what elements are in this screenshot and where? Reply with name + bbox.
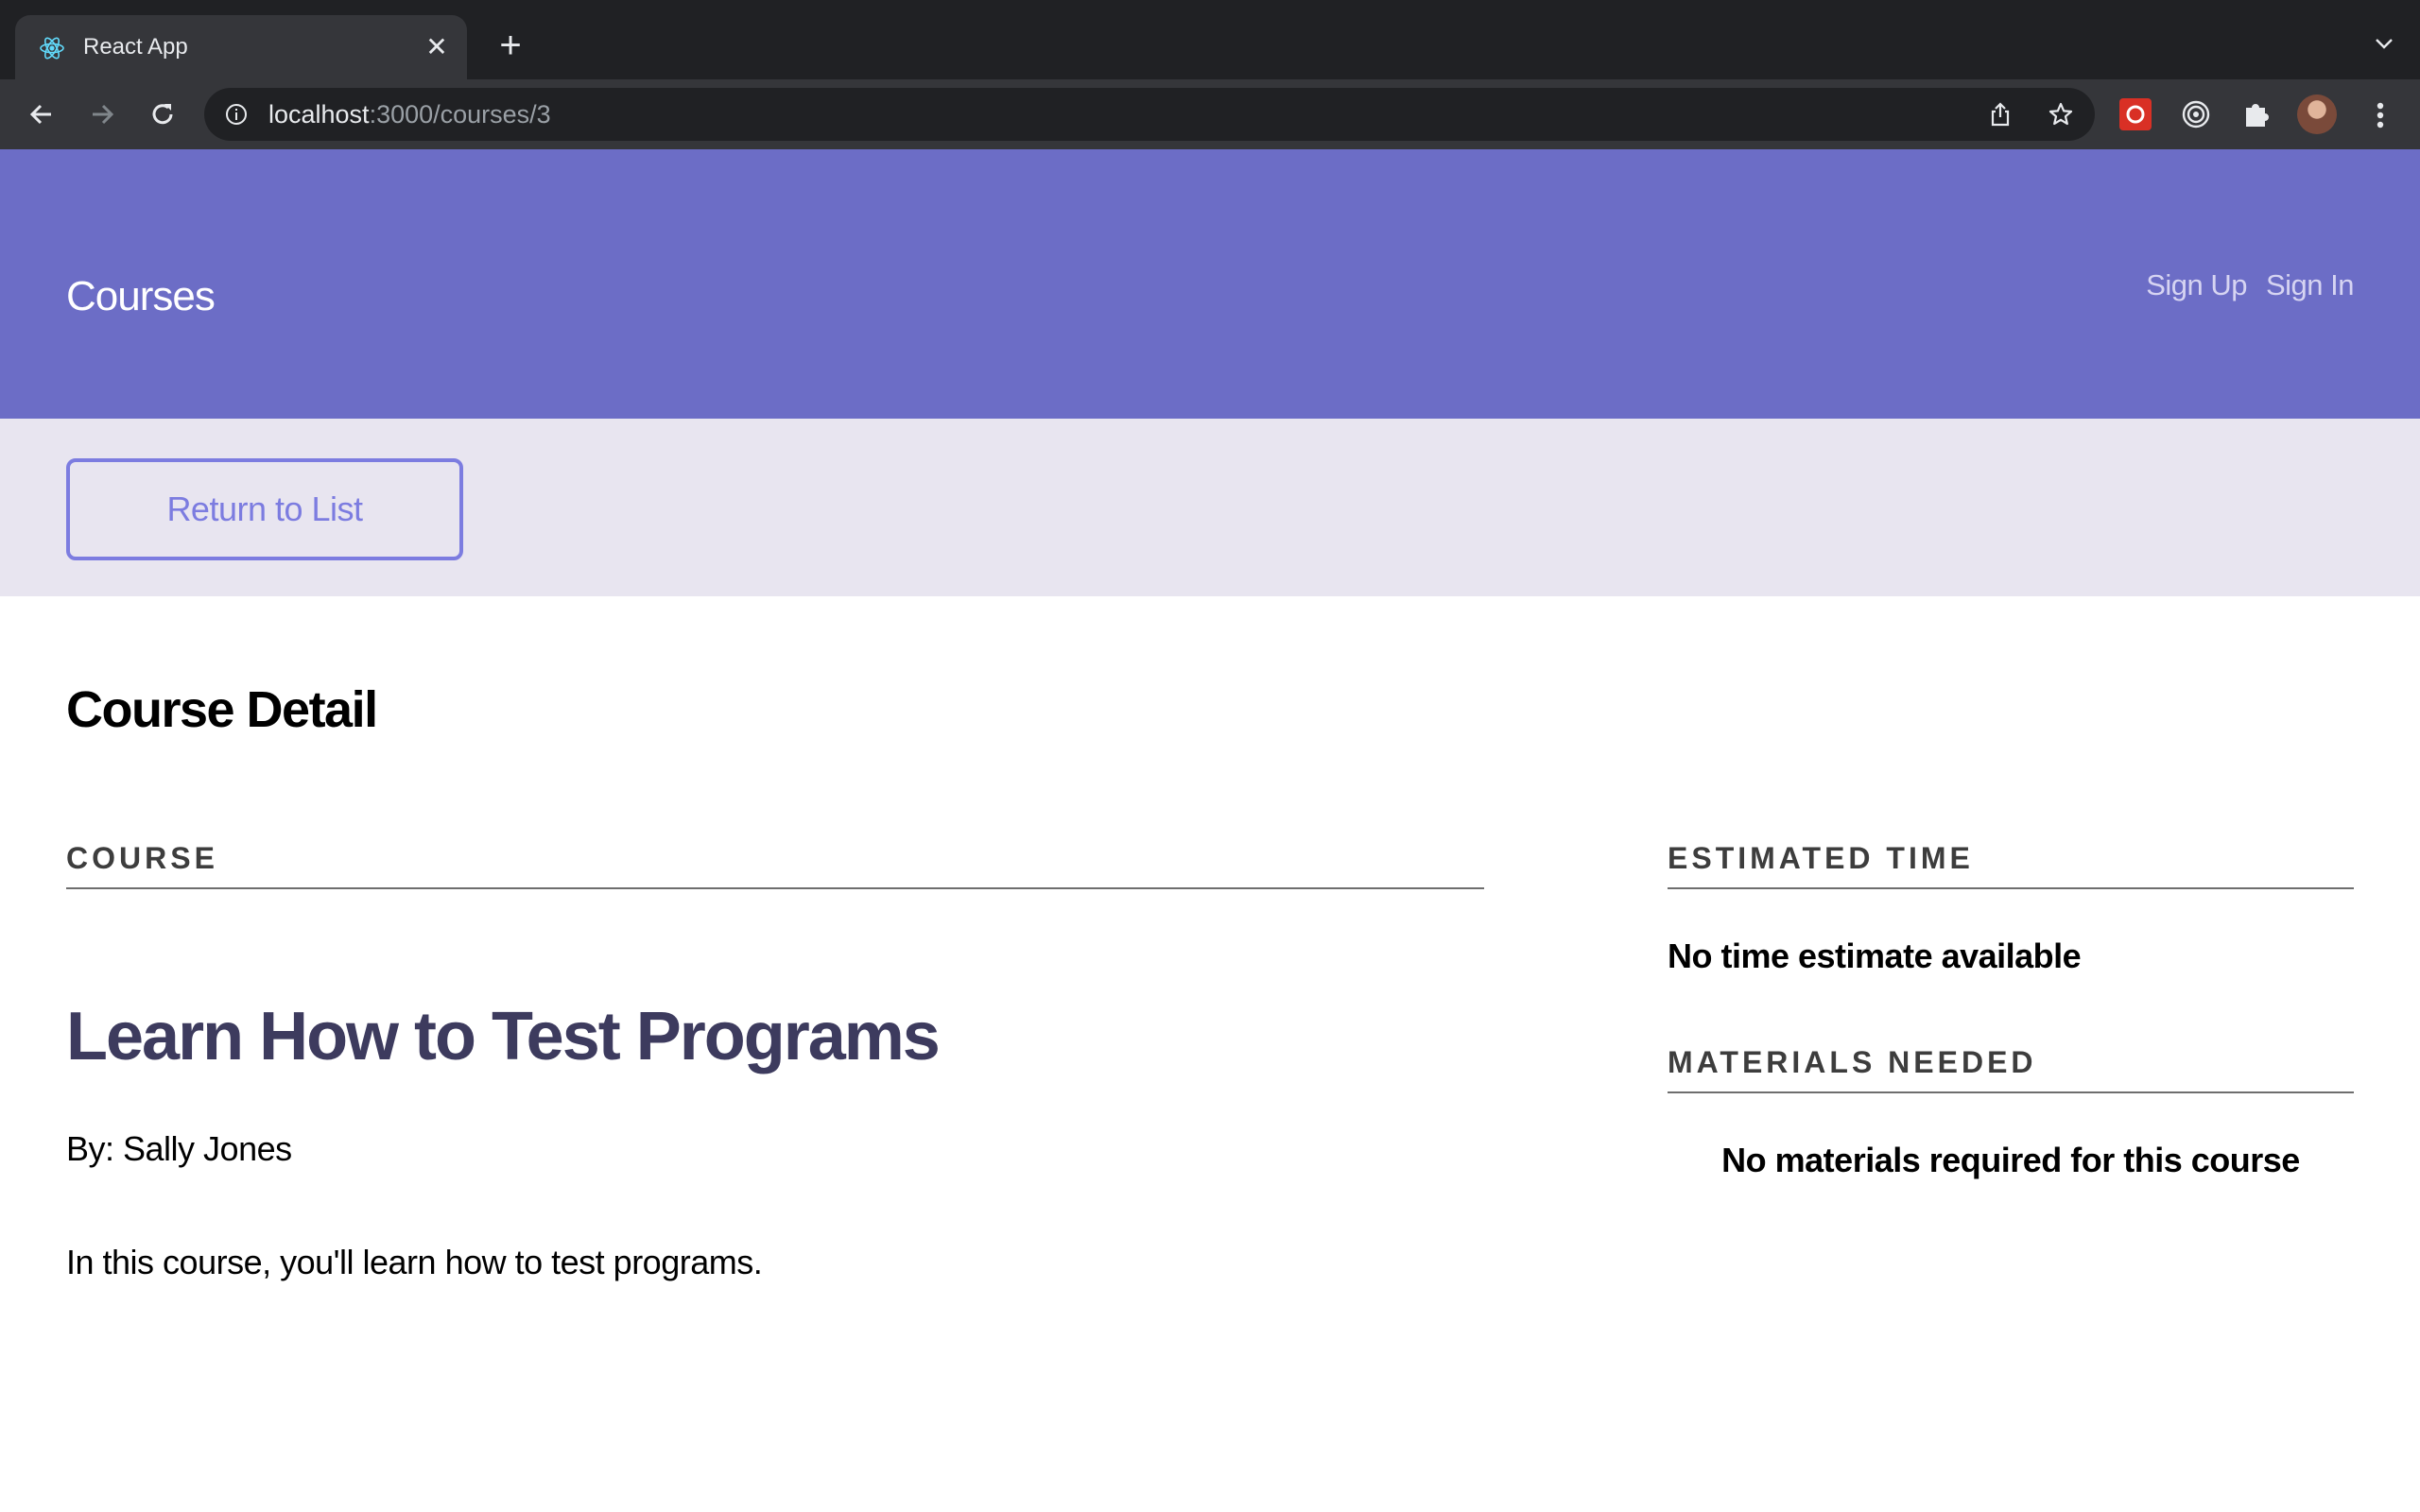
site-logo[interactable]: Courses xyxy=(66,270,216,323)
return-to-list-button[interactable]: Return to List xyxy=(66,458,463,560)
share-icon[interactable] xyxy=(1987,101,2014,128)
star-icon[interactable] xyxy=(2048,101,2074,128)
sign-in-link[interactable]: Sign In xyxy=(2266,266,2355,304)
reload-icon[interactable] xyxy=(144,95,182,133)
site-header: Courses Sign Up Sign In xyxy=(0,149,2420,419)
puzzle-icon[interactable] xyxy=(2240,98,2273,130)
profile-avatar[interactable] xyxy=(2297,94,2337,134)
sign-up-link[interactable]: Sign Up xyxy=(2146,266,2247,304)
course-author: By: Sally Jones xyxy=(66,1129,292,1168)
page-title: Course Detail xyxy=(66,681,378,738)
course-divider xyxy=(66,887,1484,889)
chevron-down-icon[interactable] xyxy=(2373,32,2395,55)
auth-nav: Sign Up Sign In xyxy=(2146,266,2354,304)
forward-arrow-icon[interactable] xyxy=(83,95,121,133)
address-bar[interactable]: localhost:3000/courses/3 xyxy=(204,88,2095,141)
course-title: Learn How to Test Programs xyxy=(66,999,941,1074)
materials-needed-divider xyxy=(1668,1091,2354,1093)
more-vert-icon[interactable] xyxy=(2363,96,2397,134)
react-icon xyxy=(40,37,64,60)
new-tab-icon[interactable]: + xyxy=(492,26,529,66)
url-text[interactable]: localhost:3000/courses/3 xyxy=(268,99,551,129)
browser-tab[interactable]: React App ✕ xyxy=(15,15,467,79)
info-icon[interactable] xyxy=(225,103,248,126)
course-section-label: COURSE xyxy=(66,841,218,875)
target-icon[interactable] xyxy=(2180,98,2212,130)
close-icon[interactable]: ✕ xyxy=(422,32,452,62)
materials-needed-label: MATERIALS NEEDED xyxy=(1668,1045,2037,1079)
url-host: localhost xyxy=(268,100,370,129)
course-description: In this course, you'll learn how to test… xyxy=(66,1243,763,1281)
actions-bar: Return to List xyxy=(0,419,2420,596)
url-path: :3000/courses/3 xyxy=(369,100,551,129)
materials-needed-value: No materials required for this course xyxy=(1721,1141,2300,1179)
back-arrow-icon[interactable] xyxy=(23,95,60,133)
extension-icon[interactable] xyxy=(2119,98,2152,130)
estimated-time-divider xyxy=(1668,887,2354,889)
browser-tabstrip: React App ✕ + xyxy=(0,0,2420,79)
tab-title: React App xyxy=(83,34,188,60)
estimated-time-label: ESTIMATED TIME xyxy=(1668,841,1974,875)
estimated-time-value: No time estimate available xyxy=(1668,936,2082,975)
browser-toolbar: localhost:3000/courses/3 xyxy=(0,79,2420,149)
